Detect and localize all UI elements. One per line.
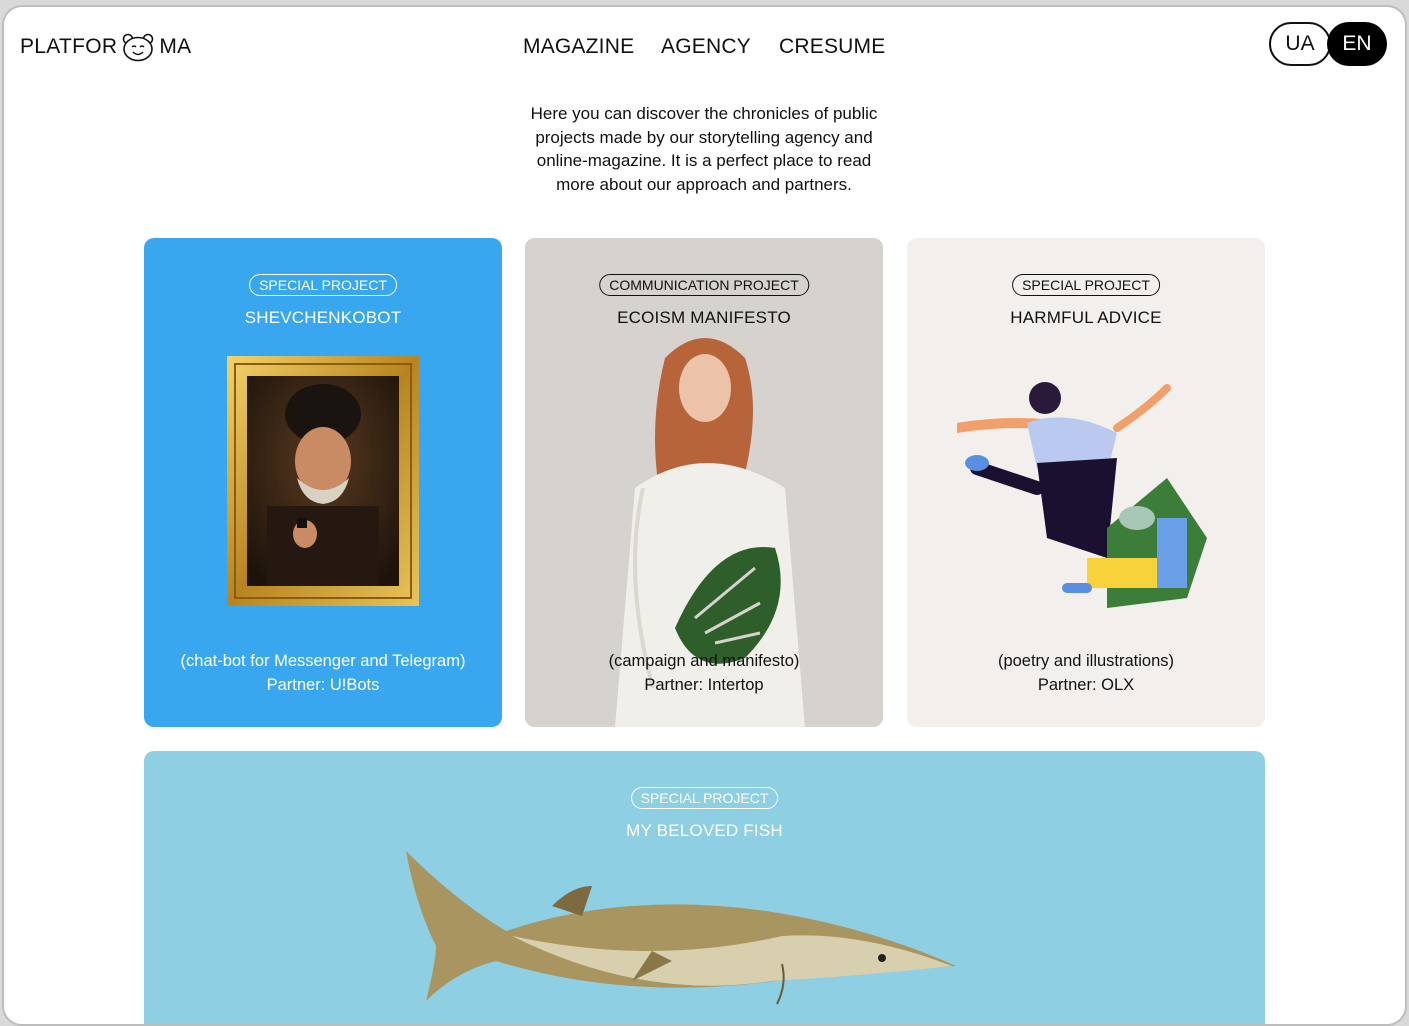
intro-line: Here you can discover the chronicles of …	[530, 104, 878, 123]
intro-line: online-magazine. It is a perfect place t…	[536, 151, 872, 170]
project-tag: COMMUNICATION PROJECT	[599, 274, 809, 296]
project-description: (chat-bot for Messenger and Telegram) Pa…	[144, 649, 502, 697]
nav-agency[interactable]: AGENCY	[661, 35, 751, 59]
main-nav: MAGAZINE AGENCY CRESUME	[4, 35, 1405, 65]
project-desc-line: (campaign and manifesto)	[608, 652, 800, 670]
project-title: MY BELOVED FISH	[626, 821, 783, 840]
project-desc-line: (poetry and illustrations)	[997, 652, 1175, 670]
illustration-image	[957, 382, 1207, 608]
lang-en-button[interactable]: EN	[1327, 22, 1387, 66]
project-card-my-beloved-fish[interactable]: SPECIAL PROJECT MY BELOVED FISH	[144, 751, 1265, 1024]
browser-frame: PLATFOR MA MAGAZINE AGENCY CRESUME UA EN…	[2, 5, 1407, 1026]
intro-line: projects made by our storytelling agency…	[535, 127, 873, 147]
nav-magazine[interactable]: MAGAZINE	[523, 35, 634, 59]
project-description: (poetry and illustrations) Partner: OLX	[907, 649, 1265, 697]
project-title: ECOISM MANIFESTO	[617, 308, 791, 327]
project-desc-line: (chat-bot for Messenger and Telegram)	[180, 652, 466, 670]
project-card-ecoism-manifesto[interactable]: COMMUNICATION PROJECT ECOISM MANIFESTO (…	[525, 238, 883, 727]
project-partner: Partner: OLX	[1037, 676, 1135, 694]
project-partner: Partner: U!Bots	[266, 676, 380, 694]
project-tag: SPECIAL PROJECT	[249, 274, 397, 296]
intro-text: Here you can discover the chronicles of …	[484, 102, 924, 196]
lang-ua-button[interactable]: UA	[1269, 22, 1331, 66]
project-tag: SPECIAL PROJECT	[1012, 274, 1160, 296]
project-title: SHEVCHENKOBOT	[244, 308, 402, 327]
intro-line: more about our approach and partners.	[556, 174, 852, 194]
project-tag: SPECIAL PROJECT	[630, 787, 779, 809]
project-card-harmful-advice[interactable]: SPECIAL PROJECT HARMFUL ADVICE (poetry a…	[907, 238, 1265, 727]
language-switcher: UA EN	[1269, 22, 1387, 66]
sturgeon-fish-image	[406, 851, 956, 1005]
project-partner: Partner: Intertop	[644, 676, 764, 694]
nav-cresume[interactable]: CRESUME	[779, 35, 885, 59]
project-card-shevchenkobot[interactable]: SPECIAL PROJECT SHEVCHENKOBOT (chat-bot …	[144, 238, 502, 727]
project-description: (campaign and manifesto) Partner: Intert…	[525, 649, 883, 697]
project-title: HARMFUL ADVICE	[1010, 308, 1162, 327]
portrait-painting-image	[227, 356, 419, 606]
